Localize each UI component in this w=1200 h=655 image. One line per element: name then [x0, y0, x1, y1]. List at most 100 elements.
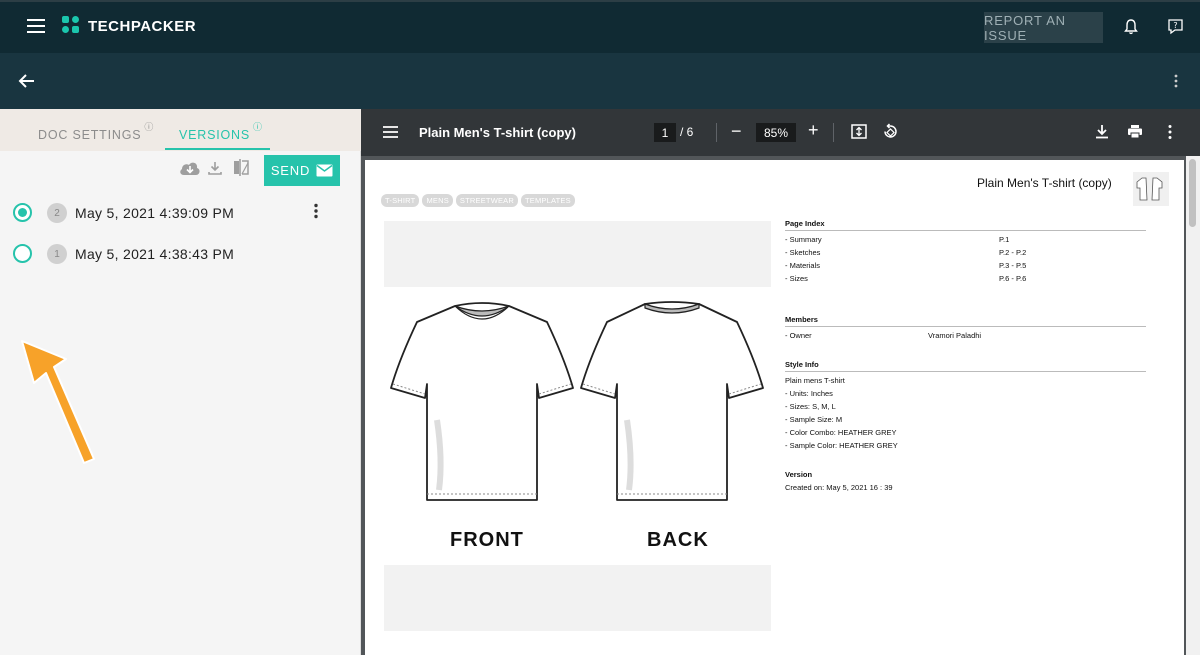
index-row: - Materials P.3 - P.5 — [785, 259, 1146, 272]
index-pages: P.1 — [999, 235, 1010, 244]
version-section: Version Created on: May 5, 2021 16 : 39 — [785, 470, 1146, 494]
pdf-title: Plain Men's T-shirt (copy) — [419, 125, 576, 140]
pdf-viewer: Plain Men's T-shirt (copy) 1 / 6 − 85% +… — [361, 109, 1200, 655]
version-radio-selected[interactable] — [13, 203, 32, 222]
index-row: - Summary P.1 — [785, 233, 1146, 246]
zoom-out-icon[interactable]: − — [731, 121, 742, 142]
info-icon: ⓘ — [144, 122, 155, 132]
tshirt-front-sketch — [390, 302, 574, 501]
member-name: Vramori Paladhi — [928, 331, 982, 340]
version-number-badge: 2 — [47, 203, 67, 223]
section-heading: Page Index — [785, 219, 1146, 231]
scrollbar-thumb[interactable] — [1189, 159, 1196, 227]
bell-icon[interactable] — [1124, 19, 1138, 35]
send-button[interactable]: SEND — [264, 155, 340, 186]
page-number-input[interactable]: 1 — [654, 123, 676, 142]
techpacker-logo-icon[interactable] — [62, 16, 80, 34]
pdf-toolbar: Plain Men's T-shirt (copy) 1 / 6 − 85% + — [361, 109, 1200, 156]
index-name: - Sketches — [785, 248, 821, 257]
download-icon[interactable] — [1095, 124, 1109, 139]
doc-info: Page Index - Summary P.1 - Sketches P.2 - … — [785, 219, 1146, 512]
tag: TEMPLATES — [521, 194, 575, 207]
compare-icon[interactable] — [232, 158, 250, 177]
zoom-input[interactable]: 85% — [756, 123, 796, 142]
tab-doc-settings[interactable]: DOC SETTINGSⓘ — [38, 122, 155, 143]
index-name: - Summary — [785, 235, 822, 244]
orange-pointer-arrow — [21, 340, 95, 464]
help-icon[interactable]: ? — [1167, 18, 1184, 35]
doc-title: Plain Men's T-shirt (copy) — [977, 176, 1112, 190]
members-section: Members - Owner Vramori Paladhi — [785, 315, 1146, 342]
more-options-icon[interactable] — [1167, 124, 1173, 140]
style-line: - Color Combo: HEATHER GREY — [785, 428, 897, 437]
report-issue-button[interactable]: REPORT AN ISSUE — [984, 12, 1103, 43]
tag: MENS — [422, 194, 453, 207]
version-more-icon[interactable] — [313, 203, 319, 219]
print-icon[interactable] — [1127, 124, 1143, 139]
tab-label: VERSIONS — [179, 128, 250, 143]
version-date: May 5, 2021 4:39:09 PM — [75, 205, 235, 221]
divider — [716, 123, 717, 142]
front-label: FRONT — [450, 529, 524, 551]
tag-list: T-SHIRT MENS STREETWEAR TEMPLATES — [381, 194, 575, 207]
svg-text:?: ? — [1173, 21, 1177, 30]
member-role: - Owner — [785, 331, 812, 340]
fit-page-icon[interactable] — [851, 124, 867, 139]
index-pages: P.3 - P.5 — [999, 261, 1027, 270]
tab-label: DOC SETTINGS — [38, 128, 142, 143]
send-label: SEND — [270, 163, 311, 178]
index-pages: P.6 - P.6 — [999, 274, 1027, 283]
style-line: - Units: Inches — [785, 389, 833, 398]
pdf-scrollbar[interactable] — [1186, 156, 1200, 655]
section-heading: Style Info — [785, 360, 1146, 372]
version-date: May 5, 2021 4:38:43 PM — [75, 246, 235, 262]
index-name: - Materials — [785, 261, 821, 270]
tshirt-thumbnail — [1133, 172, 1169, 206]
tag: STREETWEAR — [455, 194, 518, 207]
version-list: 2 May 5, 2021 4:39:09 PM 1 May 5, 2021 4… — [0, 193, 348, 275]
style-line: - Sample Size: M — [785, 415, 843, 424]
versions-panel: DOC SETTINGSⓘ VERSIONSⓘ SEND 2 May 5, 20… — [0, 109, 361, 655]
zoom-in-icon[interactable]: + — [808, 120, 819, 141]
rotate-icon[interactable] — [882, 123, 899, 140]
version-radio[interactable] — [13, 244, 32, 263]
brand-name[interactable]: TECHPACKER — [88, 18, 196, 35]
divider — [833, 123, 834, 142]
menu-icon[interactable] — [383, 126, 398, 138]
info-icon: ⓘ — [253, 122, 263, 132]
image-placeholder — [384, 565, 771, 631]
version-item[interactable]: 1 May 5, 2021 4:38:43 PM — [0, 234, 348, 275]
image-placeholder — [384, 221, 771, 287]
tshirt-back-sketch — [580, 301, 764, 501]
version-item[interactable]: 2 May 5, 2021 4:39:09 PM — [0, 193, 348, 234]
style-line: Plain mens T-shirt — [785, 376, 845, 385]
top-app-bar: TECHPACKER REPORT AN ISSUE ? — [0, 0, 1200, 53]
section-heading: Version — [785, 470, 813, 479]
style-line: - Sizes: S, M, L — [785, 402, 836, 411]
active-tab-indicator — [165, 148, 270, 150]
cloud-download-icon[interactable] — [179, 160, 201, 176]
version-number-badge: 1 — [47, 244, 67, 264]
sub-header-bar — [0, 53, 1200, 109]
index-pages: P.2 - P.2 — [999, 248, 1027, 257]
more-options-icon[interactable] — [1173, 73, 1179, 89]
style-line: - Sample Color: HEATHER GREY — [785, 441, 898, 450]
member-row: - Owner Vramori Paladhi — [785, 329, 1146, 342]
tag: T-SHIRT — [381, 194, 420, 207]
panel-tabs: DOC SETTINGSⓘ VERSIONSⓘ — [0, 109, 361, 151]
download-icon[interactable] — [208, 161, 222, 175]
index-name: - Sizes — [785, 274, 808, 283]
page-total: / 6 — [680, 125, 694, 139]
section-heading: Members — [785, 315, 1146, 327]
pdf-page: Plain Men's T-shirt (copy) T-SHIRT MENS … — [365, 160, 1184, 655]
versions-toolbar: SEND — [0, 151, 361, 193]
back-arrow-icon[interactable] — [18, 73, 36, 89]
tab-versions[interactable]: VERSIONSⓘ — [179, 122, 263, 143]
index-row: - Sizes P.6 - P.6 — [785, 272, 1146, 285]
index-row: - Sketches P.2 - P.2 — [785, 246, 1146, 259]
style-info-section: Style Info Plain mens T-shirt - Units: I… — [785, 360, 1146, 452]
mail-icon — [316, 164, 333, 177]
menu-icon[interactable] — [27, 19, 45, 33]
version-created: Created on: May 5, 2021 16 : 39 — [785, 483, 893, 492]
back-label: BACK — [647, 529, 709, 551]
